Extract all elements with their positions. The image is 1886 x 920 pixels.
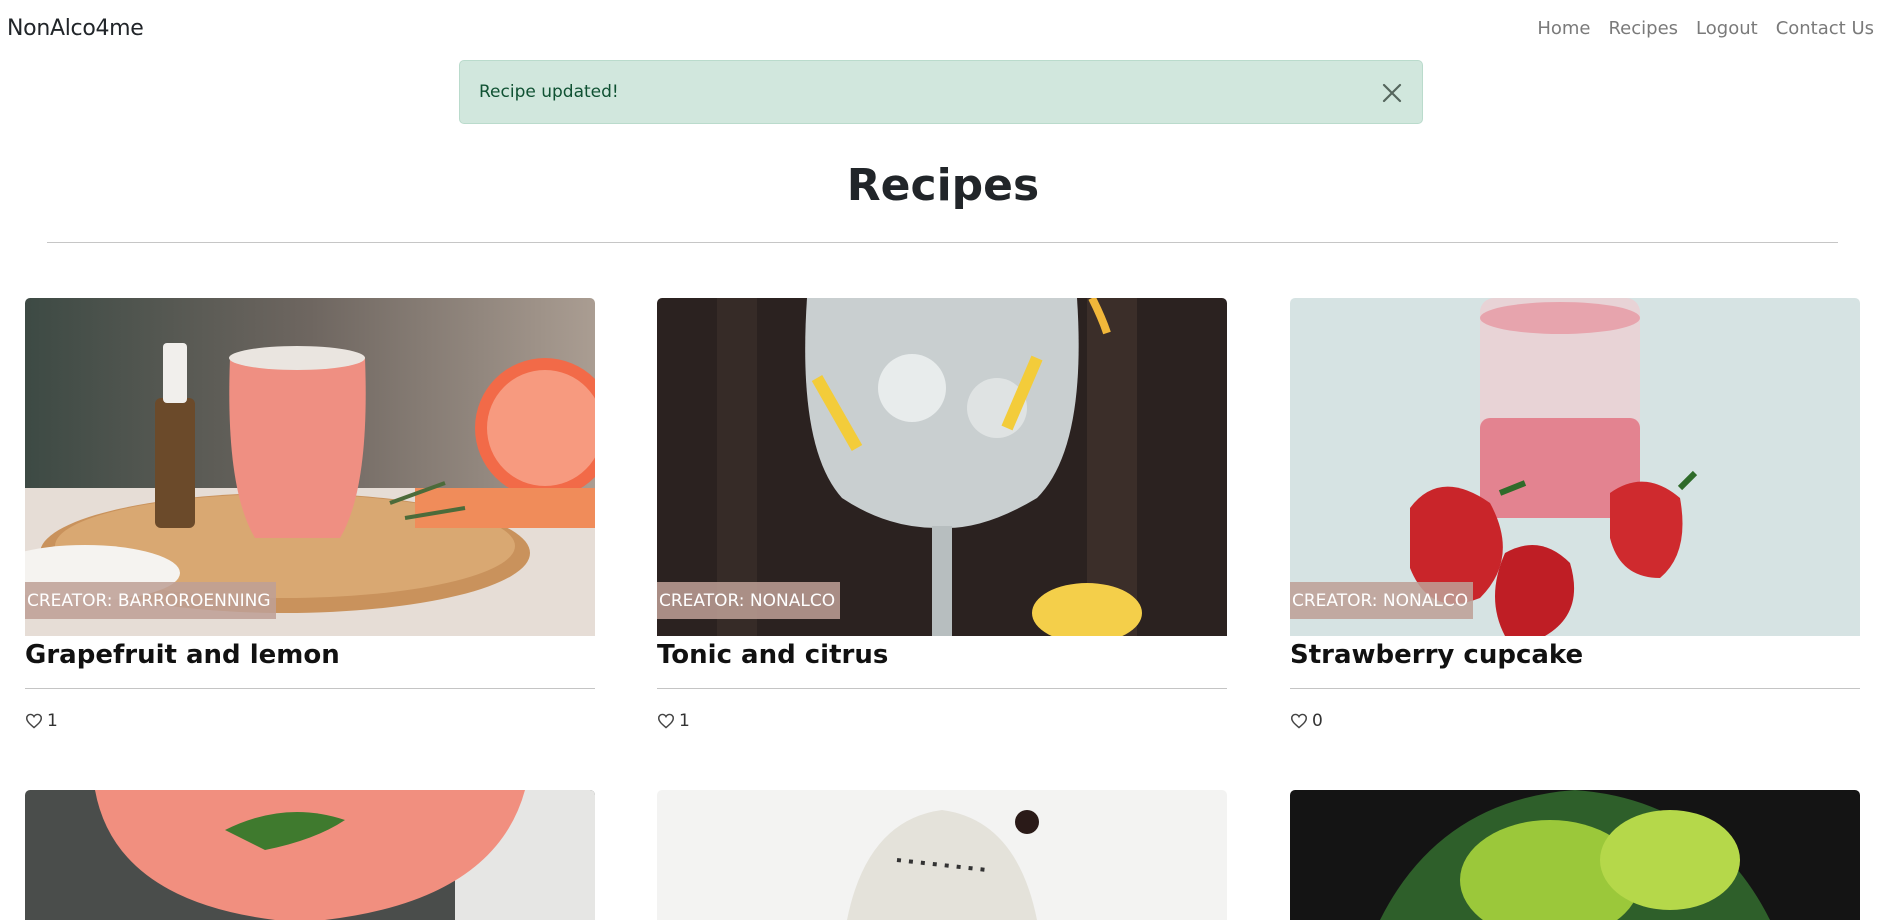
recipe-image[interactable]: CREATOR: NONALCO (1290, 298, 1860, 636)
nav-link-logout[interactable]: Logout (1696, 18, 1758, 39)
card-divider (1290, 688, 1860, 689)
recipe-card[interactable] (25, 790, 595, 920)
recipe-card[interactable]: CREATOR: BARROROENNING Grapefruit and le… (25, 298, 595, 731)
success-alert: Recipe updated! (459, 60, 1423, 124)
heart-icon[interactable] (25, 713, 43, 729)
nav-links: Home Recipes Logout Contact Us (1537, 18, 1874, 39)
likes: 0 (1290, 711, 1860, 731)
nav-link-recipes[interactable]: Recipes (1608, 18, 1678, 39)
brand-logo[interactable]: NonAlco4me (7, 16, 144, 41)
heart-icon[interactable] (657, 713, 675, 729)
creator-badge: CREATOR: NONALCO (1290, 582, 1474, 619)
likes: 1 (25, 711, 595, 731)
card-divider (25, 688, 595, 689)
recipe-image[interactable] (1290, 790, 1860, 920)
recipe-card[interactable]: CREATOR: NONALCO Tonic and citrus 1 (657, 298, 1227, 731)
likes-count: 1 (679, 711, 690, 731)
creator-badge: CREATOR: BARROROENNING (25, 582, 276, 619)
card-divider (657, 688, 1227, 689)
recipe-title[interactable]: Grapefruit and lemon (25, 636, 595, 688)
recipe-image[interactable] (25, 790, 595, 920)
likes: 1 (657, 711, 1227, 731)
page-title: Recipes (846, 160, 1040, 211)
recipe-image[interactable] (657, 790, 1227, 920)
creator-badge: CREATOR: NONALCO (657, 582, 841, 619)
recipe-card[interactable]: CREATOR: NONALCO Strawberry cupcake 0 (1290, 298, 1860, 731)
title-divider (47, 242, 1838, 243)
close-icon[interactable] (1380, 81, 1404, 105)
recipe-title[interactable]: Tonic and citrus (657, 636, 1227, 688)
recipe-image[interactable]: CREATOR: NONALCO (657, 298, 1227, 636)
recipe-image[interactable]: CREATOR: BARROROENNING (25, 298, 595, 636)
nav-link-home[interactable]: Home (1537, 18, 1590, 39)
likes-count: 1 (47, 711, 58, 731)
recipe-card[interactable] (657, 790, 1227, 920)
alert-message: Recipe updated! (479, 82, 619, 102)
heart-icon[interactable] (1290, 713, 1308, 729)
navbar: NonAlco4me Home Recipes Logout Contact U… (0, 0, 1886, 58)
nav-link-contact-us[interactable]: Contact Us (1776, 18, 1874, 39)
recipe-title[interactable]: Strawberry cupcake (1290, 636, 1860, 688)
likes-count: 0 (1312, 711, 1323, 731)
recipe-card[interactable] (1290, 790, 1860, 920)
